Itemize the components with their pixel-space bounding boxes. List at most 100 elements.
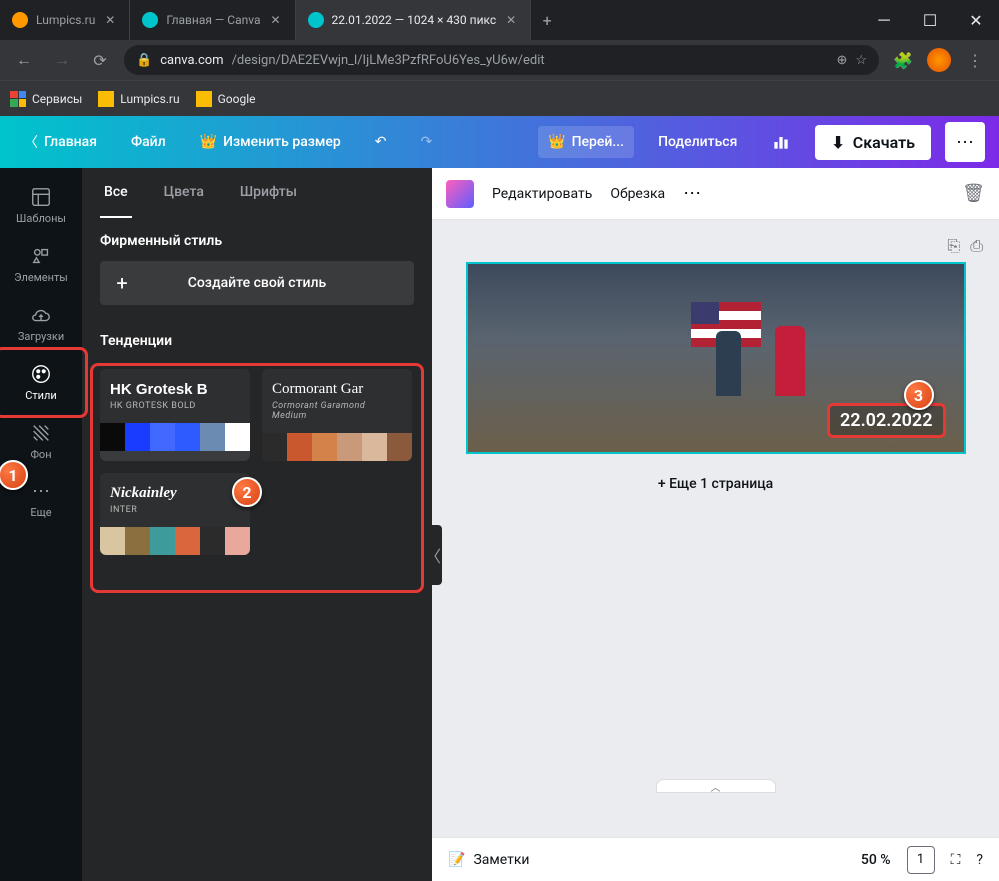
color-palette — [100, 423, 250, 451]
install-icon[interactable]: ⊕ — [836, 53, 847, 68]
upgrade-button[interactable]: 👑Перей... — [538, 126, 634, 158]
forward-button[interactable]: → — [48, 46, 76, 74]
back-button[interactable]: ← — [10, 46, 38, 74]
chart-icon — [771, 132, 791, 152]
scroll-handle[interactable]: ︿ — [656, 779, 776, 793]
left-sidebar: Шаблоны Элементы Загрузки Стили Фон ⋯Еще… — [0, 168, 82, 881]
zoom-value[interactable]: 50 % — [861, 852, 891, 868]
scene-figure — [775, 326, 805, 396]
insights-button[interactable] — [761, 124, 801, 160]
home-button[interactable]: 〈Главная — [14, 124, 107, 160]
favicon — [142, 12, 158, 28]
more-icon: ⋯ — [32, 481, 50, 502]
crown-icon: 👑 — [548, 134, 565, 150]
bookmark-item[interactable]: Сервисы — [10, 91, 82, 107]
url-path: /design/DAE2EVwjn_l/IjLMe3PzfRFoU6Yes_yU… — [232, 53, 545, 68]
tab-all[interactable]: Все — [100, 168, 132, 218]
download-icon: ⬇ — [831, 133, 844, 152]
download-button[interactable]: ⬇Скачать — [815, 125, 931, 160]
background-icon — [30, 422, 52, 444]
profile-avatar[interactable] — [927, 48, 951, 72]
address-bar: ← → ⟳ 🔒 canva.com/design/DAE2EVwjn_l/IjL… — [0, 40, 999, 80]
more-button[interactable]: ⋯ — [945, 122, 985, 162]
url-domain: canva.com — [160, 53, 223, 68]
tab-colors[interactable]: Цвета — [160, 168, 208, 218]
create-style-button[interactable]: + Создайте свой стиль — [100, 261, 414, 305]
notes-button[interactable]: 📝 Заметки — [448, 852, 529, 868]
color-palette — [262, 433, 412, 461]
tab-fonts[interactable]: Шрифты — [236, 168, 301, 218]
more-options[interactable]: ⋯ — [683, 183, 701, 204]
tab-title: Главная — Canva — [166, 13, 260, 27]
style-card[interactable]: Cormorant GarCormorant Garamond Medium — [262, 369, 412, 461]
elements-icon — [30, 245, 52, 267]
resize-button[interactable]: 👑Изменить размер — [190, 126, 351, 158]
maximize-button[interactable]: ☐ — [907, 0, 953, 40]
fullscreen-icon[interactable]: ⛶ — [951, 852, 961, 868]
close-button[interactable]: ✕ — [953, 0, 999, 40]
tab-title: Lumpics.ru — [36, 13, 95, 27]
add-page-button[interactable]: + Еще 1 страница — [658, 476, 773, 492]
sidebar-item-templates[interactable]: Шаблоны — [0, 176, 82, 235]
lock-icon: 🔒 — [136, 53, 152, 68]
plus-icon: + — [100, 271, 144, 295]
trends-title: Тенденции — [100, 333, 414, 349]
templates-icon — [30, 186, 52, 208]
minimize-button[interactable]: ─ — [861, 0, 907, 40]
styles-panel: Все Цвета Шрифты Фирменный стиль + Созда… — [82, 168, 432, 881]
chevron-left-icon: 〈 — [24, 132, 38, 152]
palette-icon — [30, 363, 52, 385]
file-menu[interactable]: Файл — [121, 126, 176, 158]
panel-tabs: Все Цвета Шрифты — [82, 168, 432, 219]
style-card[interactable]: NickainleyINTER — [100, 473, 250, 555]
extensions-icon[interactable]: 🧩 — [889, 46, 917, 74]
color-palette — [100, 527, 250, 555]
browser-tab[interactable]: Главная — Canva ✕ — [130, 0, 295, 40]
add-page-icon[interactable]: ⎙ — [970, 236, 983, 256]
share-button[interactable]: Поделиться — [648, 126, 747, 158]
browser-tab[interactable]: Lumpics.ru ✕ — [0, 0, 130, 40]
help-icon[interactable]: ? — [976, 852, 983, 868]
favicon — [308, 12, 324, 28]
annotation-marker-3: 3 — [904, 380, 934, 410]
browser-tabs: Lumpics.ru ✕ Главная — Canva ✕ 22.01.202… — [0, 0, 861, 40]
menu-icon[interactable]: ⋮ — [961, 46, 989, 74]
redo-button[interactable]: ↷ — [411, 126, 443, 158]
trash-icon[interactable]: 🗑 — [962, 183, 985, 204]
close-icon[interactable]: ✕ — [103, 13, 117, 27]
style-card[interactable]: HK Grotesk BHK GROTESK BOLD — [100, 369, 250, 461]
date-text-element[interactable]: 22.02.2022 — [827, 403, 946, 438]
url-input[interactable]: 🔒 canva.com/design/DAE2EVwjn_l/IjLMe3Pzf… — [124, 45, 879, 75]
scene-figure — [716, 331, 741, 396]
page-actions: ⎘ ⎙ — [947, 236, 983, 256]
close-icon[interactable]: ✕ — [504, 13, 518, 27]
sidebar-item-elements[interactable]: Элементы — [0, 235, 82, 294]
trends-section: Тенденции — [82, 319, 432, 369]
canva-app: 〈Главная Файл 👑Изменить размер ↶ ↷ 👑Пере… — [0, 116, 999, 881]
canvas-toolbar: Редактировать Обрезка ⋯ 🗑 — [432, 168, 999, 220]
new-tab-button[interactable]: + — [531, 0, 563, 40]
notes-icon: 📝 — [448, 852, 465, 868]
effects-icon[interactable] — [446, 180, 474, 208]
browser-titlebar: Lumpics.ru ✕ Главная — Canva ✕ 22.01.202… — [0, 0, 999, 40]
page-indicator[interactable]: 1 — [907, 846, 935, 874]
brand-section: Фирменный стиль + Создайте свой стиль — [82, 219, 432, 319]
star-icon[interactable]: ☆ — [855, 53, 867, 68]
edit-image-button[interactable]: Редактировать — [492, 186, 592, 202]
sidebar-item-uploads[interactable]: Загрузки — [0, 294, 82, 353]
duplicate-icon[interactable]: ⎘ — [947, 236, 960, 256]
reload-button[interactable]: ⟳ — [86, 46, 114, 74]
bookmark-item[interactable]: Google — [196, 91, 256, 107]
crop-button[interactable]: Обрезка — [610, 186, 665, 202]
app-main: Шаблоны Элементы Загрузки Стили Фон ⋯Еще… — [0, 168, 999, 881]
browser-tab-active[interactable]: 22.01.2022 — 1024 × 430 пикс ✕ — [296, 0, 532, 40]
favicon — [12, 12, 28, 28]
design-page[interactable]: 22.02.2022 3 — [466, 262, 966, 454]
bookmark-item[interactable]: Lumpics.ru — [98, 91, 179, 107]
sidebar-item-styles[interactable]: Стили — [0, 353, 82, 412]
canvas-workspace[interactable]: ⎘ ⎙ 22.02.2022 3 + Еще 1 страница ︿ — [432, 220, 999, 837]
undo-button[interactable]: ↶ — [365, 126, 397, 158]
cloud-icon — [30, 304, 52, 326]
annotation-marker-2: 2 — [232, 477, 262, 507]
close-icon[interactable]: ✕ — [269, 13, 283, 27]
